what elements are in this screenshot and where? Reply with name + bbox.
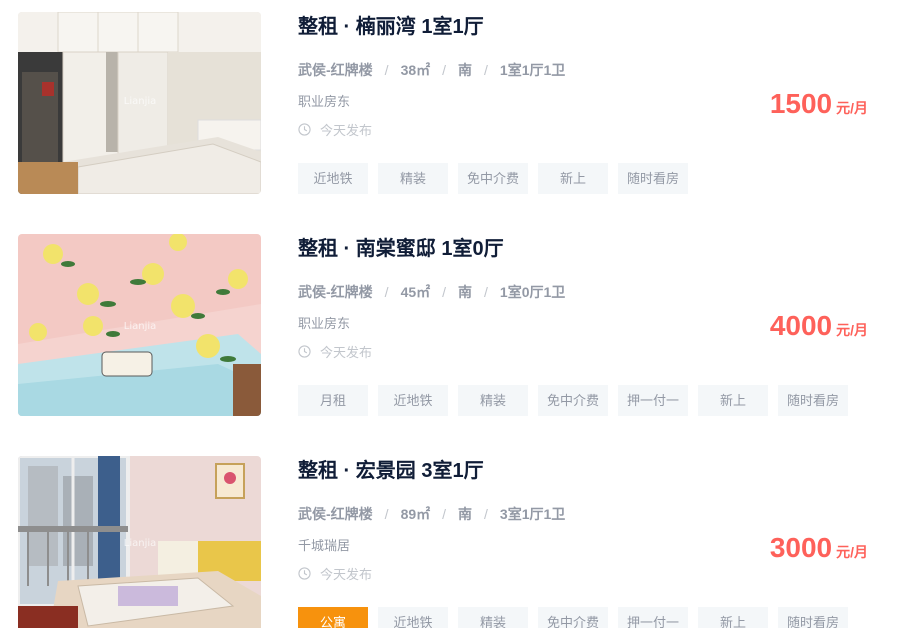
meta-area: 45㎡ — [400, 284, 431, 300]
listing-photo[interactable]: Lianjia — [18, 12, 261, 194]
listing-owner: 职业房东 — [298, 94, 351, 109]
clock-icon — [298, 567, 311, 580]
svg-text:Lianjia: Lianjia — [124, 96, 157, 107]
meta-area: 89㎡ — [400, 506, 431, 522]
price-unit: 元/月 — [836, 100, 868, 116]
listing-photo[interactable]: Lianjia — [18, 456, 261, 628]
tag-apartment: 公寓 — [298, 607, 368, 628]
meta-separator: / — [484, 62, 488, 78]
listing-card[interactable]: Lianjia 整租 · 宏景园 3室1厅 武侯-红牌楼 / 89㎡ / 南 /… — [0, 456, 916, 628]
meta-separator: / — [384, 506, 389, 522]
price-value: 3000 — [769, 532, 833, 563]
listing-posted: 今天发布 — [298, 120, 372, 139]
listing-meta: 武侯-红牌楼 / 45㎡ / 南 / 1室0厅1卫 — [298, 282, 565, 302]
tag: 月租 — [298, 385, 368, 416]
meta-orientation: 南 — [458, 62, 473, 78]
room-photo-floral-bed: Lianjia — [18, 234, 261, 416]
tag: 新上 — [698, 607, 768, 628]
tag: 免中介费 — [538, 385, 608, 416]
posted-label: 今天发布 — [320, 567, 373, 582]
tag: 随时看房 — [778, 607, 848, 628]
posted-label: 今天发布 — [320, 123, 373, 138]
tag: 精装 — [458, 385, 528, 416]
clock-icon — [298, 123, 311, 136]
meta-separator: / — [384, 284, 389, 300]
tag: 新上 — [698, 385, 768, 416]
tag: 免中介费 — [538, 607, 608, 628]
meta-layout: 3室1厅1卫 — [499, 506, 566, 522]
svg-text:Lianjia: Lianjia — [124, 321, 157, 332]
tag: 新上 — [538, 163, 608, 194]
posted-label: 今天发布 — [320, 345, 373, 360]
meta-separator: / — [484, 284, 488, 300]
meta-area: 38㎡ — [400, 62, 431, 78]
meta-layout: 1室1厅1卫 — [499, 62, 566, 78]
tag: 免中介费 — [458, 163, 528, 194]
tag: 近地铁 — [378, 607, 448, 628]
meta-separator: / — [484, 506, 488, 522]
listing-photo[interactable]: Lianjia — [18, 234, 261, 416]
listing-price: 3000 元/月 — [770, 532, 868, 564]
meta-separator: / — [442, 62, 447, 78]
tag: 近地铁 — [298, 163, 368, 194]
svg-text:Lianjia: Lianjia — [124, 538, 157, 549]
listing-title[interactable]: 整租 · 宏景园 3室1厅 — [298, 454, 484, 483]
price-unit: 元/月 — [836, 544, 868, 560]
clock-icon — [298, 345, 311, 358]
tag: 随时看房 — [618, 163, 688, 194]
tag-list: 月租 近地铁 精装 免中介费 押一付一 新上 随时看房 — [298, 385, 858, 416]
listing-posted: 今天发布 — [298, 564, 372, 583]
room-photo-bedroom: Lianjia — [18, 12, 261, 194]
listing-meta: 武侯-红牌楼 / 89㎡ / 南 / 3室1厅1卫 — [298, 504, 565, 524]
meta-location[interactable]: 武侯-红牌楼 — [298, 282, 373, 302]
tag: 精装 — [458, 607, 528, 628]
listing-title[interactable]: 整租 · 楠丽湾 1室1厅 — [298, 10, 484, 39]
meta-layout: 1室0厅1卫 — [499, 284, 566, 300]
tag-list: 公寓 近地铁 精装 免中介费 押一付一 新上 随时看房 — [298, 607, 858, 628]
price-value: 4000 — [769, 310, 833, 341]
meta-separator: / — [442, 284, 447, 300]
meta-location[interactable]: 武侯-红牌楼 — [298, 60, 373, 80]
listing-price: 1500 元/月 — [770, 88, 868, 120]
meta-orientation: 南 — [458, 284, 473, 300]
tag: 随时看房 — [778, 385, 848, 416]
tag: 押一付一 — [618, 385, 688, 416]
meta-separator: / — [384, 62, 389, 78]
listing-price: 4000 元/月 — [770, 310, 868, 342]
listing-posted: 今天发布 — [298, 342, 372, 361]
listing-title[interactable]: 整租 · 南棠蜜邸 1室0厅 — [298, 232, 504, 261]
listing-owner: 千城瑞居 — [298, 538, 351, 553]
meta-location[interactable]: 武侯-红牌楼 — [298, 504, 373, 524]
tag: 近地铁 — [378, 385, 448, 416]
price-unit: 元/月 — [836, 322, 868, 338]
room-photo-bedroom-window: Lianjia — [18, 456, 261, 628]
listing-card[interactable]: Lianjia 整租 · 南棠蜜邸 1室0厅 武侯-红牌楼 / 45㎡ / 南 … — [0, 234, 916, 416]
meta-orientation: 南 — [458, 506, 473, 522]
listing-card[interactable]: Lianjia 整租 · 楠丽湾 1室1厅 武侯-红牌楼 / 38㎡ / 南 /… — [0, 12, 916, 194]
price-value: 1500 — [769, 88, 833, 119]
tag: 押一付一 — [618, 607, 688, 628]
tag: 精装 — [378, 163, 448, 194]
listing-owner: 职业房东 — [298, 316, 351, 331]
listing-meta: 武侯-红牌楼 / 38㎡ / 南 / 1室1厅1卫 — [298, 60, 565, 80]
tag-list: 近地铁 精装 免中介费 新上 随时看房 — [298, 163, 698, 194]
meta-separator: / — [442, 506, 447, 522]
